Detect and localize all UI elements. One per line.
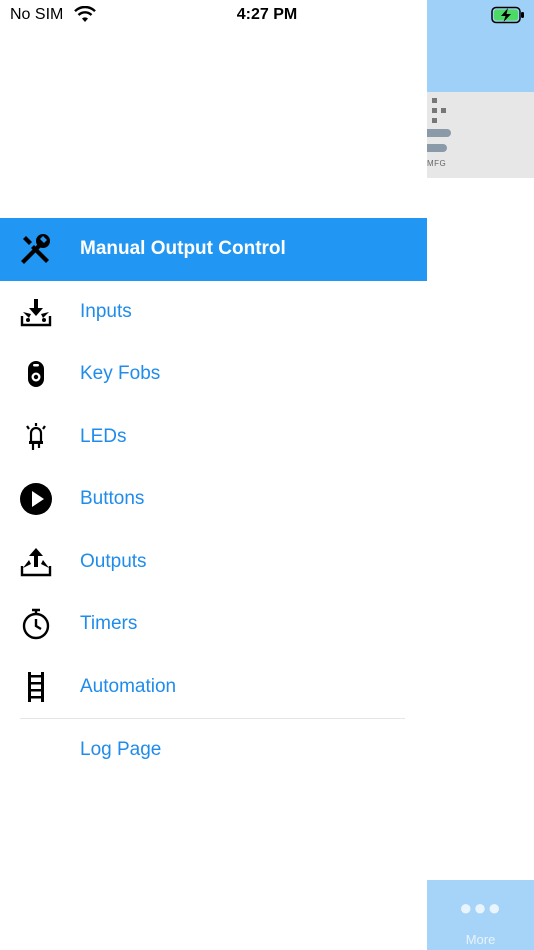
battery-charging-icon: [491, 6, 525, 29]
menu-item-key-fobs[interactable]: Key Fobs: [0, 343, 427, 406]
menu-list: Manual Output Control Inputs Key Fobs LE…: [0, 218, 427, 781]
menu-item-outputs[interactable]: Outputs: [0, 531, 427, 594]
menu-item-automation[interactable]: Automation: [0, 656, 427, 719]
menu-item-label: Outputs: [80, 550, 147, 572]
menu-item-label: Buttons: [80, 488, 145, 510]
menu-item-label: Manual Output Control: [80, 238, 286, 260]
outputs-tray-icon: [18, 544, 54, 580]
menu-item-manual-output-control[interactable]: Manual Output Control: [0, 218, 427, 281]
background-app: MFG ●●● More: [427, 0, 534, 950]
menu-item-label: Inputs: [80, 300, 132, 322]
menu-item-label: Timers: [80, 613, 138, 635]
logo-text: MFG: [427, 159, 447, 168]
status-time: 4:27 PM: [236, 6, 298, 23]
ladder-icon: [18, 669, 54, 705]
menu-item-timers[interactable]: Timers: [0, 593, 427, 656]
tab-more[interactable]: ●●● More: [427, 880, 534, 950]
led-icon: [18, 419, 54, 455]
menu-item-leds[interactable]: LEDs: [0, 406, 427, 469]
more-dots-icon: ●●●: [459, 895, 502, 920]
side-menu-drawer: Manual Output Control Inputs Key Fobs LE…: [0, 0, 427, 950]
menu-item-label: Log Page: [80, 739, 162, 760]
tab-more-label: More: [465, 932, 496, 947]
menu-item-log-page[interactable]: Log Page: [0, 719, 427, 781]
wrench-screwdriver-icon: [18, 231, 54, 267]
inputs-tray-icon: [18, 294, 54, 330]
status-bar: No SIM 4:27 PM: [0, 0, 534, 30]
menu-item-label: LEDs: [80, 425, 127, 447]
play-button-icon: [18, 481, 54, 517]
background-logo: MFG: [427, 92, 534, 178]
key-fob-icon: [18, 356, 54, 392]
menu-item-inputs[interactable]: Inputs: [0, 281, 427, 344]
menu-item-label: Automation: [80, 675, 177, 697]
menu-item-label: Key Fobs: [80, 363, 161, 385]
menu-item-buttons[interactable]: Buttons: [0, 468, 427, 531]
stopwatch-icon: [18, 606, 54, 642]
